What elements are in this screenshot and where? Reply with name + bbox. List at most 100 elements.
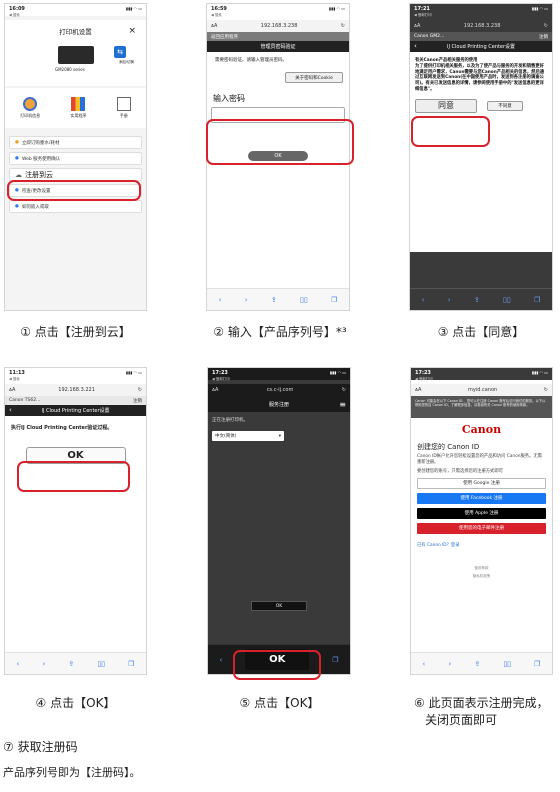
facebook-signup-button[interactable]: 使用 Facebook 注册 xyxy=(417,492,546,504)
status-time: 16:09 xyxy=(9,6,25,12)
disagree-button[interactable]: 不同意 xyxy=(487,100,523,111)
nav-forward-icon[interactable]: › xyxy=(448,660,451,668)
menu-item-label: Web 服务使用确认 xyxy=(21,156,61,162)
apple-signup-button[interactable]: 使用 Apple 注册 xyxy=(417,507,546,519)
status-icons: ▮▮▮ ◠ ▭ xyxy=(531,6,548,11)
status-icons: ▮▮▮ ◠ ▭ xyxy=(125,6,142,11)
logout-link[interactable]: 注销 xyxy=(133,398,142,404)
url-bar[interactable]: ᴀA 192.168.3.238 ↻ xyxy=(207,20,349,32)
reload-icon[interactable]: ↻ xyxy=(544,387,548,393)
agreement-text: 有关Canon产品相关服务的使用 为了提供打印机相关服务，以及为了使产品与服务的… xyxy=(415,58,545,92)
menu-item-howto[interactable]: ● 如何嵌入或取 xyxy=(9,200,142,213)
nav-forward-icon[interactable]: › xyxy=(448,296,451,304)
url-text: 192.168.3.238 xyxy=(463,23,501,29)
back-label[interactable]: ◀ 借邮打印 xyxy=(414,13,432,18)
text-size-icon[interactable]: ᴀA xyxy=(9,387,15,393)
status-time: 16:59 xyxy=(211,6,227,12)
menu-item-order-ink[interactable]: ● 立即订购墨水/耗材 xyxy=(9,136,142,149)
screenshot-step6: 17:23 ▮▮▮ ◠ ▭ ◀ 借邮打印 ᴀA myid.canon ↻ Can… xyxy=(410,367,553,675)
nav-back-icon[interactable]: ‹ xyxy=(17,660,20,668)
tabs-icon[interactable]: ❐ xyxy=(128,660,134,668)
text-size-icon[interactable]: ᴀA xyxy=(212,387,218,393)
text-size-icon[interactable]: ᴀA xyxy=(211,23,217,29)
screenshot-step4: 11:13 ▮▮▮ ◠ ▭ ◀ 搜索 ᴀA 192.168.3.221 ↻ Ca… xyxy=(4,367,147,675)
reload-icon[interactable]: ↻ xyxy=(138,387,142,393)
back-arrow-icon[interactable]: ‹ xyxy=(9,406,12,414)
printer-image xyxy=(58,46,94,64)
menu-item-label: 立即订购墨水/耗材 xyxy=(21,140,60,146)
browser-toolbar: ‹ › ⇪ ▯▯ ❐ xyxy=(410,288,552,310)
back-label[interactable]: ◀ 搜索 xyxy=(9,13,20,18)
footer-privacy[interactable]: 隐私权政策 xyxy=(411,574,552,579)
sub-header: Canon TS62... 注销 xyxy=(5,396,146,405)
nav-back-icon[interactable]: ‹ xyxy=(422,296,425,304)
status-time: 17:23 xyxy=(212,370,228,376)
status-bar: 16:59 ▮▮▮ ◠ ▭ xyxy=(207,4,349,16)
bookmarks-icon[interactable]: ▯▯ xyxy=(503,660,511,668)
reload-icon[interactable]: ↻ xyxy=(544,23,548,29)
share-icon[interactable]: ⇪ xyxy=(474,296,480,304)
nav-forward-icon[interactable]: › xyxy=(42,660,45,668)
back-arrow-icon[interactable]: ‹ xyxy=(414,42,417,50)
printer-info-button[interactable]: 打印机信息 xyxy=(20,97,40,119)
bookmarks-icon[interactable]: ▯▯ xyxy=(503,296,511,304)
url-bar[interactable]: ᴀA myid.canon ↻ xyxy=(411,384,552,396)
app-title: 打印机设置 xyxy=(59,28,92,36)
return-app-link[interactable]: 返回应用程序 xyxy=(207,32,349,41)
tabs-icon[interactable]: ❐ xyxy=(534,296,540,304)
agree-button[interactable]: 同意 xyxy=(415,98,477,113)
caption-step2: ② 输入【产品序列号】*³ xyxy=(213,325,347,339)
page-header: 管理员密码验证 xyxy=(207,41,349,52)
bookmarks-icon[interactable]: ▯▯ xyxy=(300,296,308,304)
back-label[interactable]: ◀ 搜索 xyxy=(211,13,222,18)
menu-item-label: 注册到云 xyxy=(25,170,53,179)
close-icon[interactable]: × xyxy=(128,26,136,36)
tabs-icon[interactable]: ❐ xyxy=(534,660,540,668)
url-bar[interactable]: ᴀA 192.168.3.238 ↻ xyxy=(410,20,552,32)
description-2: 要创建您的账号，只需选择您的注册方式即可 xyxy=(417,468,503,474)
status-icons: ▮▮▮ ◠ ▭ xyxy=(531,370,548,375)
back-label[interactable]: ◀ 搜索 xyxy=(9,377,20,382)
google-signup-button[interactable]: 使用 Google 注册 xyxy=(417,477,546,489)
menu-icon[interactable]: ≡ xyxy=(339,400,346,409)
nav-forward-icon[interactable]: › xyxy=(245,296,248,304)
ok-small-button[interactable]: OK xyxy=(251,601,307,611)
footer-terms[interactable]: 使用条款 xyxy=(411,566,552,571)
back-label[interactable]: ◀ 借邮打印 xyxy=(415,377,433,382)
text-size-icon[interactable]: ᴀA xyxy=(415,387,421,393)
nav-back-icon[interactable]: ‹ xyxy=(219,656,222,664)
add-switch-icon[interactable]: ⇆ xyxy=(114,46,126,58)
language-select[interactable]: 中文(简体) ▾ xyxy=(212,431,284,441)
caption-step1: ① 点击【注册到云】 xyxy=(20,325,131,339)
back-label[interactable]: ◀ 借邮打印 xyxy=(212,377,230,382)
logout-link[interactable]: 注销 xyxy=(539,34,548,40)
nav-back-icon[interactable]: ‹ xyxy=(219,296,222,304)
cookie-button[interactable]: 关于密码和Cookie xyxy=(285,72,343,83)
reload-icon[interactable]: ↻ xyxy=(341,23,345,29)
url-bar[interactable]: ᴀA cs.c-ij.com ↻ xyxy=(208,384,350,396)
message-text: 需要密码验证。请输入管理员密码。 xyxy=(215,58,287,63)
bookmarks-icon[interactable]: ▯▯ xyxy=(97,660,105,668)
browser-toolbar: ‹ › ⇪ ▯▯ ❐ xyxy=(5,652,146,674)
nav-back-icon[interactable]: ‹ xyxy=(423,660,426,668)
share-icon[interactable]: ⇪ xyxy=(68,660,74,668)
url-bar[interactable]: ᴀA 192.168.3.221 ↻ xyxy=(5,384,146,396)
login-link[interactable]: 已有 Canon ID？登录 xyxy=(417,542,546,548)
tabs-icon[interactable]: ❐ xyxy=(332,656,338,664)
utility-label: 实用程序 xyxy=(70,113,87,118)
menu-item-web-service[interactable]: ● Web 服务使用确认 xyxy=(9,152,142,165)
url-text: 192.168.3.221 xyxy=(58,387,95,393)
reload-icon[interactable]: ↻ xyxy=(342,387,346,393)
printer-name: Canon TS62... xyxy=(9,398,41,403)
email-signup-button[interactable]: 使用您的电子邮件注册 xyxy=(417,522,546,534)
share-icon[interactable]: ⇪ xyxy=(474,660,480,668)
printer-area: GM2080 series ⇆ 添加/切换 xyxy=(5,42,146,86)
highlight-password xyxy=(206,119,354,165)
text-size-icon[interactable]: ᴀA xyxy=(414,23,420,29)
utility-button[interactable]: 实用程序 xyxy=(70,97,86,119)
tabs-icon[interactable]: ❐ xyxy=(331,296,337,304)
manual-button[interactable]: 手册 xyxy=(116,97,131,119)
agreement-panel: 有关Canon产品相关服务的使用 为了提供打印机相关服务，以及为了使产品与服务的… xyxy=(410,52,552,252)
screenshot-step1: 16:09 ▮▮▮ ◠ ▭ ◀ 搜索 打印机设置 × GM2080 series… xyxy=(4,3,147,311)
share-icon[interactable]: ⇪ xyxy=(271,296,277,304)
